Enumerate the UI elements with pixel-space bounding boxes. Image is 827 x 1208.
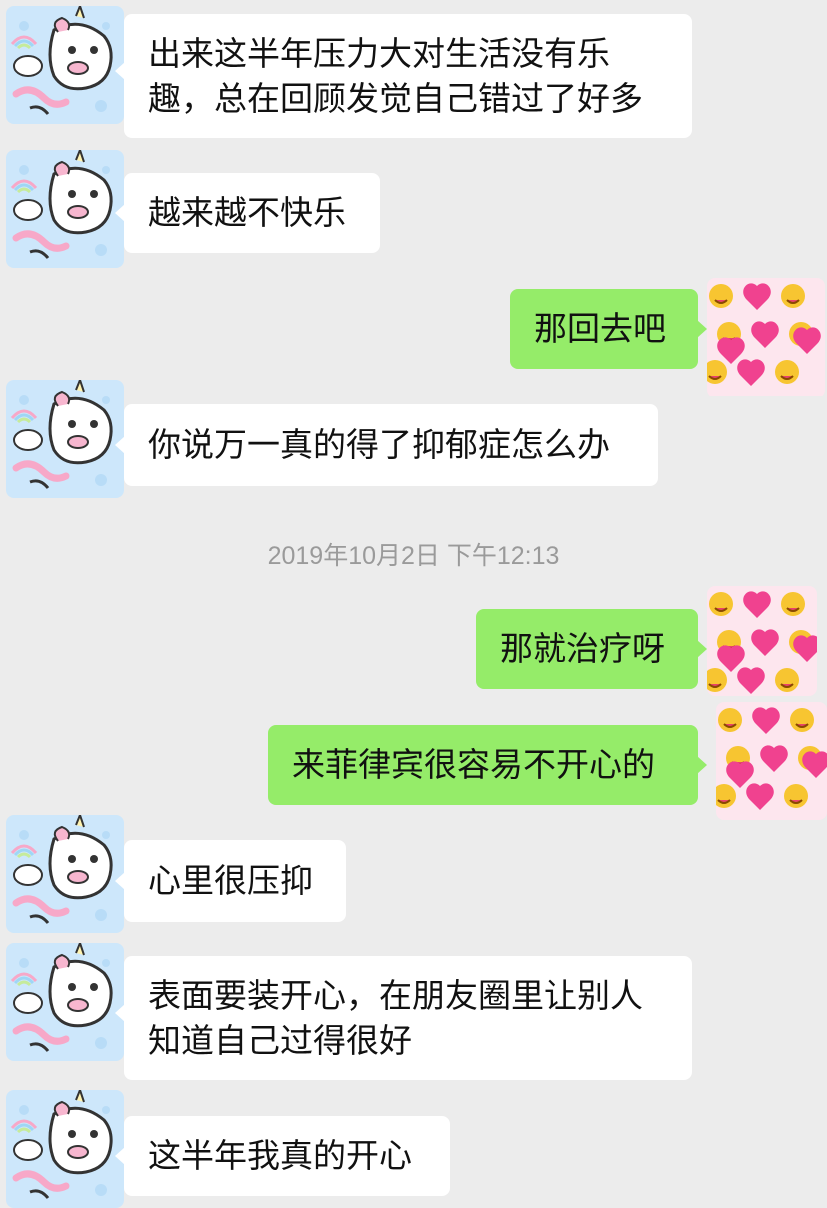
incoming-message-bubble[interactable]: 出来这半年压力大对生活没有乐 趣，总在回顾发觉自己错过了好多 [115, 14, 692, 138]
bubble-tail [115, 872, 125, 890]
message-text: 这半年我真的开心 [148, 1136, 412, 1175]
outgoing-message-bubble[interactable]: 那回去吧 [510, 289, 707, 369]
self-avatar[interactable] [707, 278, 825, 398]
contact-avatar[interactable] [6, 150, 124, 268]
emoji-pattern-avatar-icon [716, 702, 827, 820]
message-text: 表面要装开心，在朋友圈里让别人 知道自己过得很好 [148, 976, 643, 1060]
bubble-tail [115, 1004, 125, 1022]
bubble-tail [697, 320, 707, 338]
chat-message-list[interactable]: 出来这半年压力大对生活没有乐 趣，总在回顾发觉自己错过了好多 越来越不快乐 那回… [0, 0, 827, 1204]
unicorn-avatar-icon [6, 815, 124, 933]
bubble-tail [115, 204, 125, 222]
bubble-tail [115, 62, 125, 80]
incoming-message-bubble[interactable]: 越来越不快乐 [115, 173, 380, 253]
unicorn-avatar-icon [6, 943, 124, 1061]
unicorn-avatar-icon [6, 380, 124, 498]
emoji-pattern-avatar-icon [707, 586, 817, 696]
message-text: 来菲律宾很容易不开心的 [292, 745, 655, 784]
message-text: 心里很压抑 [148, 861, 313, 900]
outgoing-message-bubble[interactable]: 来菲律宾很容易不开心的 [268, 725, 707, 805]
incoming-message-bubble[interactable]: 这半年我真的开心 [115, 1116, 450, 1196]
message-timestamp: 2019年10月2日 下午12:13 [267, 542, 560, 570]
outgoing-message-bubble[interactable]: 那就治疗呀 [476, 609, 707, 689]
message-text: 你说万一真的得了抑郁症怎么办 [148, 425, 610, 464]
unicorn-avatar-icon [6, 150, 124, 268]
contact-avatar[interactable] [6, 815, 124, 933]
contact-avatar[interactable] [6, 943, 124, 1061]
contact-avatar[interactable] [6, 1090, 124, 1208]
message-text: 越来越不快乐 [148, 193, 346, 232]
message-text: 那回去吧 [534, 309, 666, 348]
incoming-message-bubble[interactable]: 心里很压抑 [115, 840, 346, 922]
bubble-tail [115, 436, 125, 454]
self-avatar[interactable] [716, 702, 827, 820]
bubble-tail [697, 756, 707, 774]
message-text: 那就治疗呀 [500, 629, 665, 668]
bubble-tail [115, 1147, 125, 1165]
incoming-message-bubble[interactable]: 你说万一真的得了抑郁症怎么办 [115, 404, 658, 486]
self-avatar[interactable] [707, 586, 817, 696]
bubble-tail [697, 640, 707, 658]
unicorn-avatar-icon [6, 6, 124, 124]
contact-avatar[interactable] [6, 380, 124, 498]
emoji-pattern-avatar-icon [707, 278, 825, 398]
contact-avatar[interactable] [6, 6, 124, 124]
unicorn-avatar-icon [6, 1090, 124, 1208]
incoming-message-bubble[interactable]: 表面要装开心，在朋友圈里让别人 知道自己过得很好 [115, 956, 692, 1080]
message-text: 出来这半年压力大对生活没有乐 趣，总在回顾发觉自己错过了好多 [148, 34, 643, 118]
